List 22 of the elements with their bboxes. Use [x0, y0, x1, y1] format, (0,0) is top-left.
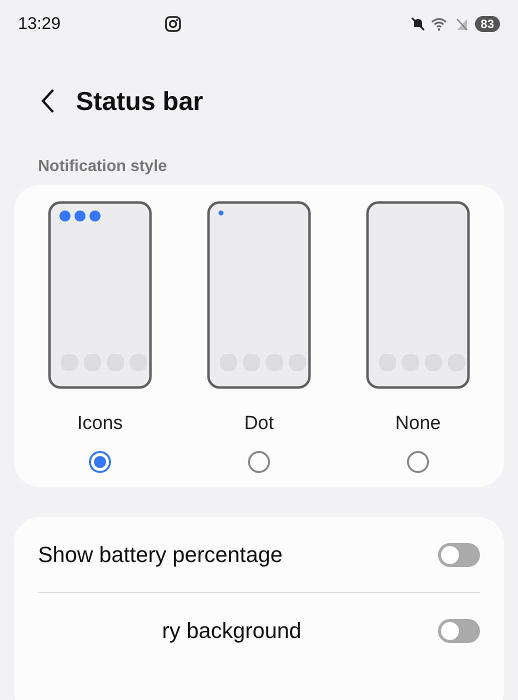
toggle-switch[interactable] — [438, 542, 480, 566]
camera-app-icon — [164, 15, 182, 33]
no-signal-icon — [454, 17, 469, 31]
back-icon[interactable] — [40, 88, 56, 114]
phone-preview-drawing[interactable] — [207, 201, 311, 389]
toggle-switch[interactable] — [438, 618, 480, 642]
radio-button[interactable] — [248, 451, 270, 473]
section-label: Notification style — [38, 158, 168, 176]
option-label: Dot — [244, 413, 274, 435]
mute-icon — [410, 17, 425, 31]
phone-preview-drawing[interactable] — [366, 201, 470, 389]
option-label: None — [395, 413, 441, 435]
setting-label: Show battery percentage — [38, 542, 283, 568]
phone-preview-drawing[interactable] — [48, 201, 152, 389]
page-title: Status bar — [76, 86, 204, 116]
option-label: Icons — [77, 413, 123, 435]
battery-level: 83 — [474, 16, 500, 32]
radio-button[interactable] — [407, 451, 429, 473]
wifi-icon — [430, 17, 449, 31]
status-time: 13:29 — [18, 14, 62, 34]
radio-button[interactable] — [89, 451, 111, 473]
setting-label: ry background — [161, 618, 302, 644]
